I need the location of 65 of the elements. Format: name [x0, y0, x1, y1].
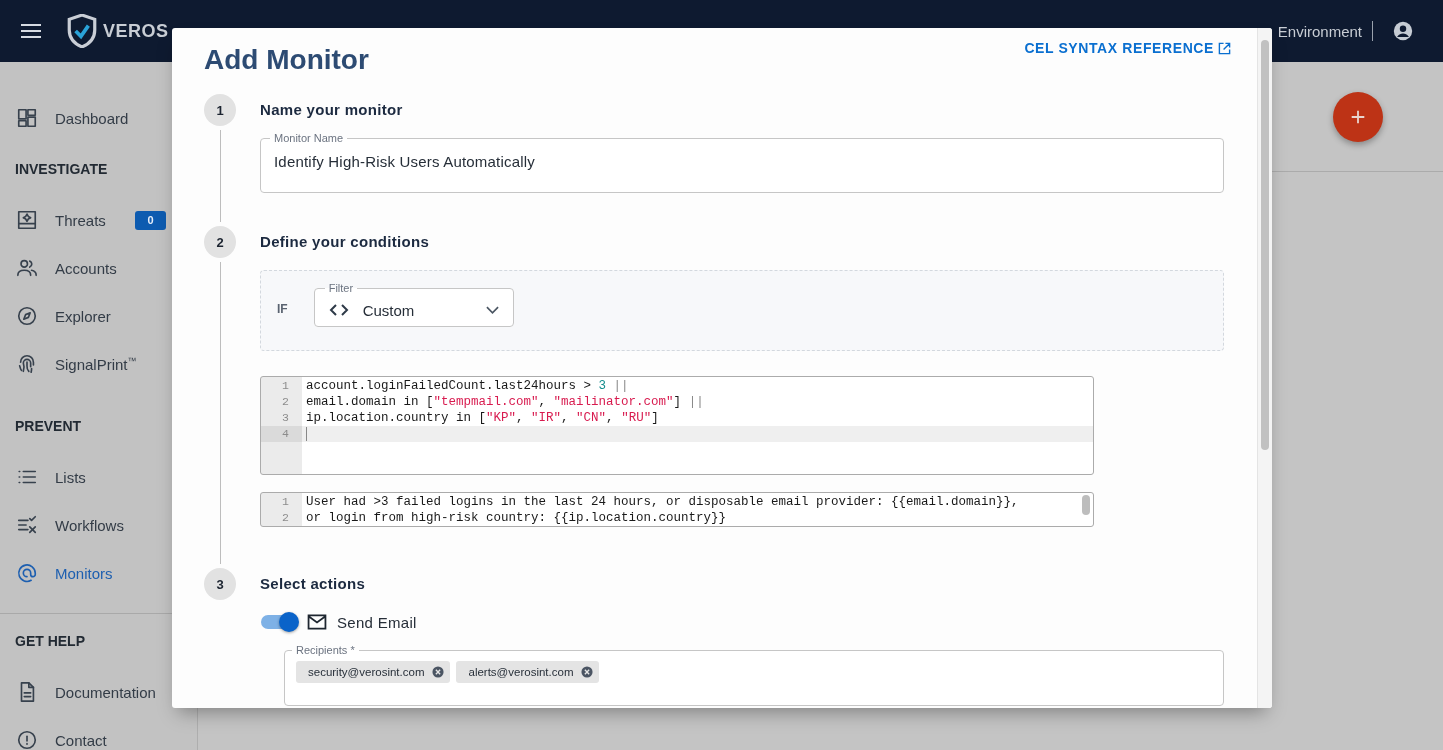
dashboard-icon — [16, 107, 38, 129]
code-editor[interactable]: 1 account.loginFailedCount.last24hours > 3 || 2 email.domain in ["tempmail.com", "mailinator.com"] || 3 ip.location.country in ["KP", "IR", "CN", "RU"] 4 — [260, 376, 1094, 475]
nav-item[interactable]: Accounts — [0, 244, 197, 292]
remove-icon[interactable] — [432, 666, 445, 678]
step-title: Define your conditions — [260, 232, 431, 252]
nav-item[interactable]: Lists — [0, 453, 197, 501]
code-icon — [328, 303, 349, 317]
nav-item[interactable]: Workflows — [0, 501, 197, 549]
remove-icon[interactable] — [581, 666, 594, 678]
explorer-icon — [16, 305, 38, 327]
line-number: 3 — [281, 410, 290, 426]
action-label: Send Email — [337, 613, 417, 631]
nav-item[interactable]: SignalPrint$^{™}$ — [0, 340, 197, 388]
brand-name: VEROS — [103, 20, 169, 42]
code-line: email.domain in ["tempmail.com", "mailinator.com"] || — [305, 394, 704, 410]
step-title: Select actions — [260, 574, 367, 594]
message-editor[interactable]: 1 User had >3 failed logins in the last 24 hours, or disposable email provider: {{email.domain}}, 2 or login from high-risk country: {{ip.location.country}} — [260, 492, 1094, 527]
scrollbar-thumb[interactable] — [1082, 495, 1090, 515]
section-heading: PREVENT — [14, 417, 83, 436]
recipient-chip[interactable]: security@verosint.com — [296, 661, 451, 683]
line-number: 2 — [281, 510, 290, 526]
code-line: or login from high-risk country: {{ip.location.country}} — [305, 510, 727, 526]
line-number: 2 — [281, 394, 290, 410]
environment-label[interactable]: Environment — [1277, 22, 1362, 40]
monitors-icon — [16, 562, 38, 584]
section-heading: INVESTIGATE — [14, 160, 109, 179]
filter-dropdown[interactable]: Filter Custom — [313, 282, 514, 327]
contact-icon — [16, 729, 38, 750]
menu-icon[interactable] — [21, 24, 41, 38]
monitor-name-field[interactable]: Monitor Name Identify High-Risk Users Automatically — [260, 132, 1224, 193]
shield-logo-icon — [67, 14, 97, 48]
section-heading: GET HELP — [14, 632, 86, 651]
mail-icon — [307, 614, 327, 630]
threats-icon — [16, 209, 38, 231]
recipient-chip[interactable]: alerts@verosint.com — [456, 661, 600, 683]
nav-item[interactable]: Monitors — [0, 549, 197, 597]
line-number: 4 — [261, 426, 302, 442]
recipients-field[interactable]: Recipients * security@verosint.com alerts@verosint.com — [284, 644, 1224, 706]
line-number: 1 — [281, 494, 290, 510]
text-cursor — [306, 427, 307, 441]
code-line: ip.location.country in ["KP", "IR", "CN", "RU"] — [305, 410, 659, 426]
workflows-icon — [16, 514, 38, 536]
scrollbar-thumb[interactable] — [1261, 40, 1269, 450]
nav-item[interactable]: Documentation — [0, 668, 197, 716]
step-number: 1 — [204, 94, 236, 126]
syntax-reference-link[interactable]: CEL SYNTAX REFERENCE — [1024, 40, 1231, 56]
code-line: User had >3 failed logins in the last 24 hours, or disposable email provider: {{email.domain}}, — [305, 494, 1019, 510]
dialog-title: Add Monitor — [204, 43, 369, 77]
accounts-icon — [16, 257, 38, 279]
step-number: 3 — [204, 568, 236, 600]
account-icon[interactable] — [1392, 20, 1414, 42]
chevron-down-icon — [485, 306, 499, 314]
nav-item[interactable]: Threats 0 — [0, 196, 197, 244]
add-button[interactable] — [1333, 91, 1383, 142]
toggle-switch[interactable] — [261, 615, 297, 629]
condition-label: IF — [277, 302, 288, 316]
nav-item[interactable]: Dashboard — [0, 94, 197, 142]
step-title: Name your monitor — [260, 100, 404, 120]
line-number: 1 — [281, 378, 290, 394]
nav-item[interactable]: Contact — [0, 716, 197, 750]
step-number: 2 — [204, 226, 236, 258]
count-badge: 0 — [135, 210, 166, 230]
nav-item[interactable]: Explorer — [0, 292, 197, 340]
code-line: account.loginFailedCount.last24hours > 3 || — [305, 378, 629, 394]
external-link-icon — [1218, 41, 1231, 55]
